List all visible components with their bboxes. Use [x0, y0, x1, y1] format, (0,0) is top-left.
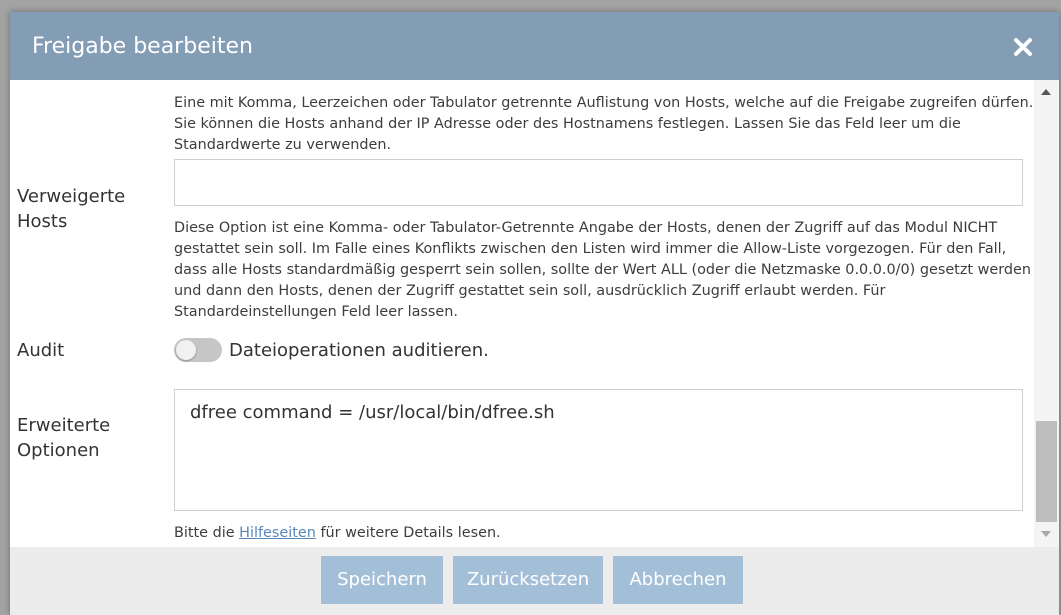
- denied-hosts-input[interactable]: [174, 159, 1023, 206]
- denied-hosts-label: Verweigerte Hosts: [17, 186, 126, 232]
- extra-options-help: Bitte die Hilfeseiten für weitere Detail…: [174, 523, 1034, 544]
- dialog-title: Freigabe bearbeiten: [32, 34, 253, 59]
- help-prefix: Bitte die: [174, 525, 240, 541]
- edit-share-dialog: Freigabe bearbeiten Eine mit Komma, Leer…: [10, 12, 1059, 615]
- audit-label: Audit: [17, 340, 65, 361]
- dialog-content: Eine mit Komma, Leerzeichen oder Tabulat…: [10, 80, 1059, 547]
- denied-hosts-help: Diese Option ist eine Komma- oder Tabula…: [174, 220, 1031, 320]
- dialog-footer: Speichern Zurücksetzen Abbrechen: [10, 547, 1059, 615]
- extra-options-label: Erweiterte Optionen: [17, 415, 111, 461]
- audit-toggle[interactable]: [174, 338, 222, 362]
- cancel-button[interactable]: Abbrechen: [613, 556, 743, 604]
- save-button[interactable]: Speichern: [321, 556, 443, 604]
- dialog-titlebar: Freigabe bearbeiten: [10, 12, 1059, 80]
- scroll-down-icon[interactable]: [1041, 531, 1051, 537]
- help-pages-link[interactable]: Hilfeseiten: [239, 525, 316, 541]
- scrollbar-thumb[interactable]: [1036, 421, 1057, 522]
- scroll-up-icon[interactable]: [1041, 89, 1051, 95]
- extra-options-textarea[interactable]: dfree command = /usr/local/bin/dfree.sh: [174, 389, 1023, 511]
- reset-button[interactable]: Zurücksetzen: [453, 556, 603, 604]
- audit-toggle-label: Dateioperationen auditieren.: [229, 340, 489, 361]
- help-suffix: für weitere Details lesen.: [315, 525, 501, 541]
- content-scrollbar[interactable]: [1034, 80, 1059, 547]
- toggle-knob: [176, 340, 196, 360]
- allowed-hosts-help: Eine mit Komma, Leerzeichen oder Tabulat…: [174, 95, 1034, 153]
- close-icon[interactable]: [1013, 37, 1033, 57]
